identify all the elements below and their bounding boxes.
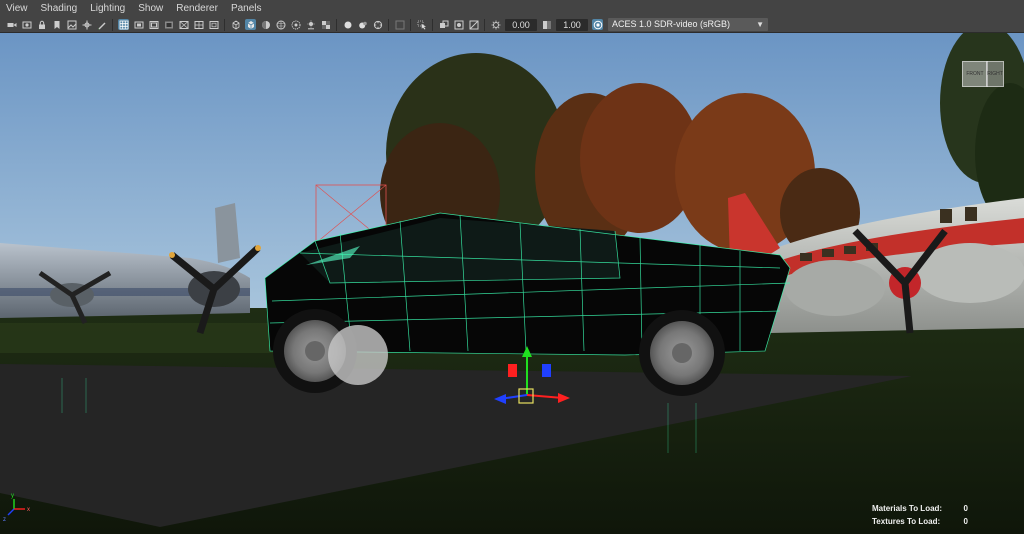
image-plane-icon[interactable] xyxy=(66,19,77,30)
field-chart-icon[interactable] xyxy=(178,19,189,30)
exposure-field[interactable]: 0.00 xyxy=(505,18,537,31)
viewport-canvas[interactable]: y x z FRONT RIGHT Materials To Load: 0 T… xyxy=(0,33,1024,534)
shadows-icon[interactable] xyxy=(305,19,316,30)
screen-space-ao-icon[interactable] xyxy=(320,19,331,30)
materials-to-load-label: Materials To Load: xyxy=(872,504,943,513)
maya-viewport-panel: View Shading Lighting Show Renderer Pane… xyxy=(0,0,1024,534)
safe-action-icon[interactable] xyxy=(193,19,204,30)
view-transform-value: ACES 1.0 SDR-video (sRGB) xyxy=(612,19,731,29)
exposure-icon[interactable] xyxy=(490,19,501,30)
grease-pencil-icon[interactable] xyxy=(96,19,107,30)
hud-load-stats: Materials To Load: 0 Textures To Load: 0 xyxy=(872,502,968,528)
hud-materials-row: Materials To Load: 0 xyxy=(872,502,968,515)
view-cube[interactable]: FRONT RIGHT xyxy=(958,55,1006,91)
safe-title-icon[interactable] xyxy=(208,19,219,30)
depth-of-field-icon[interactable] xyxy=(372,19,383,30)
toolbar-separator xyxy=(388,18,389,31)
axis-label-y: y xyxy=(11,493,14,499)
toolbar-separator xyxy=(112,18,113,31)
menu-panels[interactable]: Panels xyxy=(231,0,262,17)
xray-select-icon[interactable] xyxy=(416,19,427,30)
toolbar-separator xyxy=(432,18,433,31)
panel-menu-bar: View Shading Lighting Show Renderer Pane… xyxy=(0,0,1024,17)
hud-textures-row: Textures To Load: 0 xyxy=(872,515,968,528)
bookmark-icon[interactable] xyxy=(51,19,62,30)
gamma-field[interactable]: 1.00 xyxy=(556,18,588,31)
menu-view[interactable]: View xyxy=(6,0,28,17)
film-gate-icon[interactable] xyxy=(133,19,144,30)
textures-to-load-label: Textures To Load: xyxy=(872,517,941,526)
two-d-pan-zoom-icon[interactable] xyxy=(81,19,92,30)
menu-lighting[interactable]: Lighting xyxy=(90,0,125,17)
materials-to-load-value: 0 xyxy=(963,504,968,513)
toolbar-separator xyxy=(410,18,411,31)
camera-attributes-icon[interactable] xyxy=(21,19,32,30)
menu-show[interactable]: Show xyxy=(138,0,163,17)
color-management-icon[interactable] xyxy=(592,19,603,30)
panel-toolbar: 0.00 1.00 ACES 1.0 SDR-video (sRGB) ▼ xyxy=(0,17,1024,33)
xray-joints-icon[interactable] xyxy=(453,19,464,30)
toolbar-separator xyxy=(336,18,337,31)
view-cube-right-face[interactable]: RIGHT xyxy=(986,61,1004,87)
grid-toggle-icon[interactable] xyxy=(118,19,129,30)
gate-mask-icon[interactable] xyxy=(163,19,174,30)
toolbar-separator xyxy=(484,18,485,31)
smooth-shade-icon[interactable] xyxy=(245,19,256,30)
xray-icon[interactable] xyxy=(438,19,449,30)
backface-culling-icon[interactable] xyxy=(468,19,479,30)
view-cube-front-face[interactable]: FRONT xyxy=(962,61,988,87)
scene-render: y x z xyxy=(0,33,1024,534)
multisample-aa-icon[interactable] xyxy=(357,19,368,30)
view-transform-dropdown[interactable]: ACES 1.0 SDR-video (sRGB) ▼ xyxy=(608,18,768,31)
isolate-select-icon[interactable] xyxy=(394,19,405,30)
resolution-gate-icon[interactable] xyxy=(148,19,159,30)
menu-renderer[interactable]: Renderer xyxy=(176,0,218,17)
toolbar-separator xyxy=(224,18,225,31)
motion-blur-icon[interactable] xyxy=(342,19,353,30)
textures-to-load-value: 0 xyxy=(963,517,968,526)
axis-label-z: z xyxy=(3,517,6,523)
default-material-icon[interactable] xyxy=(260,19,271,30)
menu-shading[interactable]: Shading xyxy=(41,0,78,17)
camera-lock-icon[interactable] xyxy=(36,19,47,30)
chevron-down-icon: ▼ xyxy=(756,20,764,29)
use-all-lights-icon[interactable] xyxy=(290,19,301,30)
axis-label-x: x xyxy=(27,507,30,513)
front-wheel xyxy=(639,310,725,396)
wireframe-icon[interactable] xyxy=(230,19,241,30)
select-camera-icon[interactable] xyxy=(6,19,17,30)
gamma-icon[interactable] xyxy=(541,19,552,30)
textured-icon[interactable] xyxy=(275,19,286,30)
